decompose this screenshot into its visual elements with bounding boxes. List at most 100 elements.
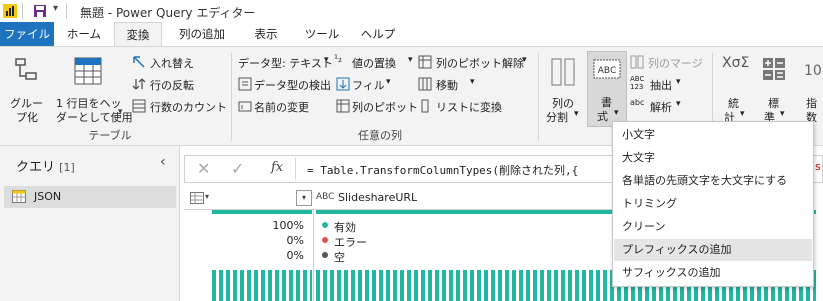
count-rows-icon [132,99,146,113]
rename-label: 名前の変更 [254,101,309,114]
table-menu-dropdown-icon[interactable]: ▾ [205,192,209,201]
replace-values-dropdown-icon: ▾ [408,55,413,65]
format-dropdown-menu: 小文字 大文字 各単語の先頭文字を大文字にする トリミング クリーン プレフィッ… [612,121,814,287]
merge-columns-button[interactable]: 列のマージ [630,53,710,71]
column-name: SlideshareURL [338,191,418,204]
split-column-dropdown-icon: ▾ [574,109,579,119]
window-title: 無題 - Power Query エディター [80,6,256,20]
group-by-label-2: プ化 [16,111,38,124]
column-filter-icon[interactable]: ▾ [296,190,312,206]
group-separator [231,53,232,141]
pivot-column-label: 列のピボット [352,101,418,114]
query-item-json[interactable]: JSON [4,186,176,208]
reverse-rows-button[interactable]: 行の反転 [130,75,230,93]
split-column-button[interactable]: 列の 分割 ▾ [544,53,584,125]
formula-input[interactable]: = Table.TransformColumnTypes(削除された列,{ [307,162,578,178]
collapse-pane-icon[interactable]: ‹ [160,154,166,170]
reverse-rows-label: 行の反転 [150,79,194,92]
data-type-dropdown-icon: ▾ [324,55,329,65]
format-button[interactable]: ABC 書 式 ▾ [587,51,627,127]
fill-button[interactable]: フィル ▾ [334,75,418,93]
tab-view[interactable]: 表示 [242,22,290,46]
distribution-bars-1 [212,270,312,301]
quality-pct-error: 0% [286,234,304,247]
standard-button[interactable]: 標 準 ▾ [756,53,792,125]
table-group-label: テーブル [88,129,132,142]
title-bar: ▾ 無題 - Power Query エディター [0,0,823,22]
column-header-slideshareurl[interactable]: ABC SlideshareURL [314,186,614,210]
tab-file[interactable]: ファイル [0,22,54,46]
cancel-icon[interactable]: ✕ [197,159,210,178]
tab-add-column[interactable]: 列の追加 [166,22,238,46]
parse-button[interactable]: abc 解析 ▾ [630,97,710,115]
parse-dropdown-icon: ▾ [676,99,681,109]
detect-data-type-button[interactable]: データ型の検出 [236,75,336,93]
tab-home[interactable]: ホーム [58,22,110,46]
reverse-rows-icon [132,78,146,90]
merge-columns-label: 列のマージ [648,57,703,70]
unpivot-button[interactable]: 列のピボット解除 ▾ [418,53,530,71]
menu-item-capitalize[interactable]: 各単語の先頭文字を大文字にする [614,170,812,192]
formula-overflow-text: s [815,160,821,173]
quality-label-empty: 空 [334,251,345,264]
queries-count: [1] [59,161,75,174]
menu-item-trim[interactable]: トリミング [614,193,812,215]
move-button[interactable]: 移動 ▾ [418,75,488,93]
fill-dropdown-icon: ▾ [386,77,391,87]
ribbon-tabs: ファイル ホーム 変換 列の追加 表示 ツール ヘルプ [0,22,823,46]
group-separator-2 [538,53,539,141]
extract-button[interactable]: ABC 123 抽出 ▾ [630,75,710,93]
menu-item-uppercase[interactable]: 大文字 [614,147,812,169]
formula-divider [295,158,296,180]
pivot-column-button[interactable]: 列のピボット [334,97,418,115]
convert-to-list-icon [421,99,429,113]
menu-item-add-prefix[interactable]: プレフィックスの追加 [614,239,812,261]
tab-transform[interactable]: 変換 [114,22,162,46]
format-abc-icon: ABC [593,59,621,79]
move-dropdown-icon: ▾ [470,77,475,87]
table-menu-icon[interactable] [190,192,204,204]
tab-tools[interactable]: ツール [296,22,348,46]
unpivot-label: 列のピボット解除 [436,57,524,70]
confirm-icon[interactable]: ✓ [231,159,244,178]
tab-help[interactable]: ヘルプ [352,22,404,46]
extract-icon-abc: ABC [630,75,645,83]
valid-dot [322,222,328,228]
text-type-icon[interactable]: ABC [316,192,334,202]
statistics-dropdown-icon: ▾ [740,109,745,119]
quality-pct-empty: 0% [286,249,304,262]
menu-item-add-suffix[interactable]: サフィックスの追加 [614,262,812,284]
quick-access-dropdown-icon[interactable]: ▾ [53,3,58,14]
menu-item-clean[interactable]: クリーン [614,216,812,238]
use-first-row-button[interactable]: 1 行目をヘッ ダーとして使用 [54,53,133,125]
rename-button[interactable]: 名前の変更 [236,97,336,115]
pivot-column-icon [336,99,350,113]
convert-to-list-button[interactable]: リストに変換 [418,97,508,115]
menu-item-lowercase[interactable]: 小文字 [614,124,812,146]
unpivot-dropdown-icon: ▾ [522,55,527,65]
detect-data-type-label: データ型の検出 [254,79,331,92]
replace-values-label: 値の置換 [352,57,396,70]
save-icon[interactable] [33,4,47,18]
group-by-button[interactable]: グルー プ化 [6,53,48,125]
count-rows-button[interactable]: 行数のカウント [130,97,230,115]
query-item-label: JSON [34,190,62,203]
group-by-icon [15,58,37,80]
replace-values-icon: ¹₂ [334,54,343,65]
scientific-button[interactable]: 10 指 数 [796,53,823,125]
statistics-button[interactable]: XσΣ 統 計 ▾ [716,53,752,125]
data-type-button[interactable]: データ型: テキスト ▾ [236,53,336,71]
format-abc-text: ABC [598,66,616,76]
use-first-row-dropdown-icon[interactable]: ▾ [118,107,123,117]
format-label-2: 式 [597,110,608,123]
statistics-icon: XσΣ [722,55,750,71]
transpose-button[interactable]: 入れ替え [130,53,230,71]
empty-dot [322,252,328,258]
fx-icon: fx [271,160,284,175]
move-label: 移動 [436,79,458,92]
split-column-icon [551,58,575,86]
count-rows-label: 行数のカウント [150,101,227,114]
replace-values-button[interactable]: ¹₂ 値の置換 ▾ [334,53,418,71]
queries-pane: クエリ [1] ‹ [0,146,180,301]
scientific-icon: 10 [804,63,822,79]
